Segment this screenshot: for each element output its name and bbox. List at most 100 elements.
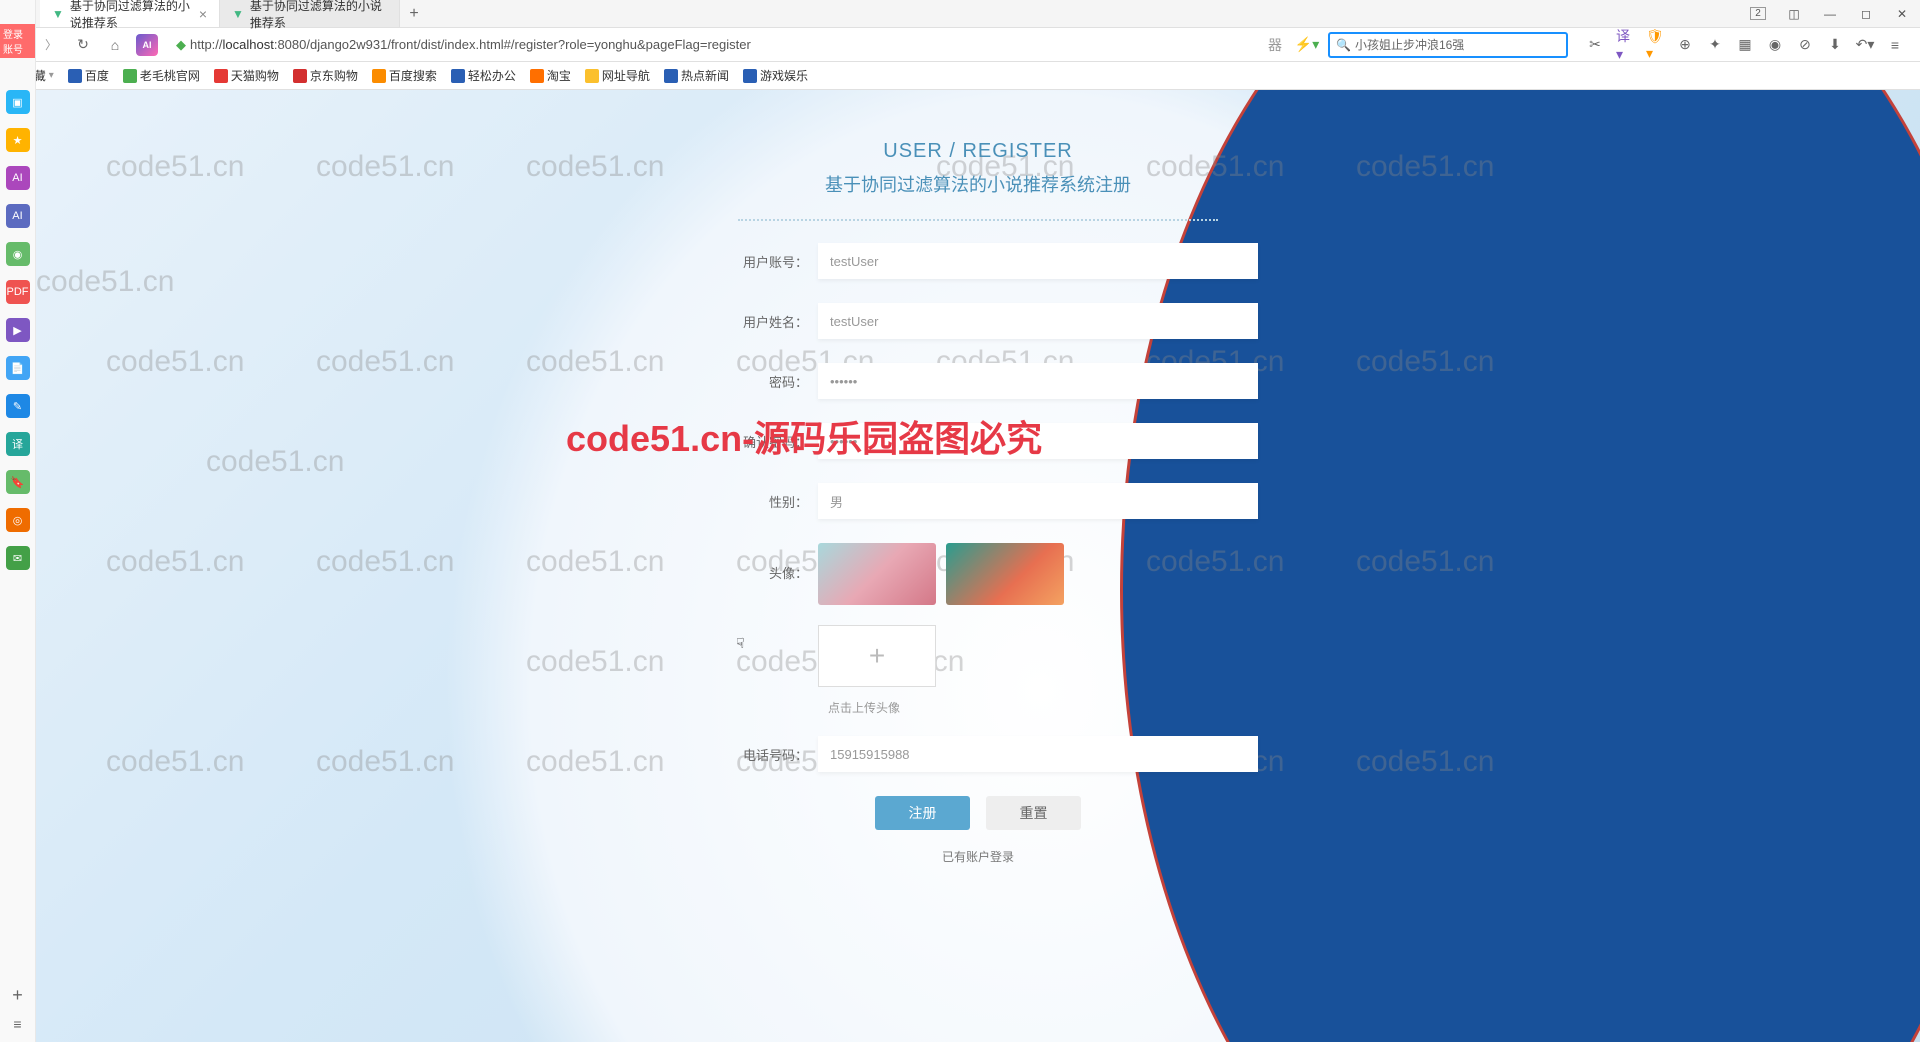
avatar-upload-button[interactable]: + (818, 625, 936, 687)
shield-icon: ◆ (176, 37, 186, 53)
side-icon[interactable]: ◉ (6, 242, 30, 266)
login-tag[interactable]: 登录账号 (0, 24, 35, 58)
watermark: code51.cn (526, 345, 664, 379)
tab-count[interactable]: 2 (1740, 0, 1776, 28)
watermark: code51.cn (316, 150, 454, 184)
bookmark-item[interactable]: 游戏娱乐 (743, 67, 808, 84)
watermark: code51.cn (316, 545, 454, 579)
close-button[interactable]: ✕ (1884, 0, 1920, 28)
sidebar-add[interactable]: + (12, 985, 23, 1006)
bookmark-item[interactable]: 京东购物 (293, 67, 358, 84)
window-controls: 2 ◫ — ◻ ✕ (1740, 0, 1920, 28)
translate-ext-icon[interactable]: 译▾ (1616, 36, 1634, 54)
side-icon[interactable]: 🔖 (6, 470, 30, 494)
watermark: code51.cn (106, 745, 244, 779)
bookmark-icon (214, 69, 228, 83)
translate-icon[interactable]: 器 (1264, 34, 1286, 56)
bookmark-icon (123, 69, 137, 83)
divider (738, 219, 1218, 221)
bookmark-item[interactable]: 轻松办公 (451, 67, 516, 84)
bookmark-item[interactable]: 百度 (68, 67, 109, 84)
username-input[interactable] (818, 243, 1258, 279)
maximize-button[interactable]: ◻ (1848, 0, 1884, 28)
watermark: code51.cn (526, 745, 664, 779)
security-icon[interactable]: 🛡▾ (1646, 36, 1664, 54)
download-icon[interactable]: ⬇ (1826, 36, 1844, 54)
side-icon[interactable]: ▣ (6, 90, 30, 114)
reset-button[interactable]: 重置 (986, 796, 1081, 830)
bookmarks-bar: ★收藏▾ 百度 老毛桃官网 天猫购物 京东购物 百度搜索 轻松办公 淘宝 网址导… (0, 62, 1920, 90)
password-label: 密码： (698, 372, 818, 391)
side-icon[interactable]: ✉ (6, 546, 30, 570)
side-icon[interactable]: AI (6, 166, 30, 190)
address-bar: 〈 〉 ↻ ⌂ AI ◆ http://localhost:8080/djang… (0, 28, 1920, 62)
gender-select[interactable]: 男 (818, 483, 1258, 519)
extension-icon[interactable]: ◫ (1776, 0, 1812, 28)
bookmark-icon (664, 69, 678, 83)
side-icon[interactable]: ▶ (6, 318, 30, 342)
bookmark-icon (743, 69, 757, 83)
sync-icon[interactable]: ⊘ (1796, 36, 1814, 54)
minimize-button[interactable]: — (1812, 0, 1848, 28)
url-path: :8080/django2w931/front/dist/index.html#… (274, 37, 751, 52)
bookmark-icon (293, 69, 307, 83)
bookmark-item[interactable]: 百度搜索 (372, 67, 437, 84)
bookmark-icon (372, 69, 386, 83)
tab-active[interactable]: ▼ 基于协同过滤算法的小说推荐系 × (40, 0, 220, 27)
bookmark-item[interactable]: 老毛桃官网 (123, 67, 200, 84)
avatar-thumb[interactable] (946, 543, 1064, 605)
forward-button[interactable]: 〉 (40, 34, 62, 56)
bookmark-item[interactable]: 淘宝 (530, 67, 571, 84)
watermark: code51.cn (526, 545, 664, 579)
tab-title: 基于协同过滤算法的小说推荐系 (70, 0, 193, 31)
realname-label: 用户姓名： (698, 312, 818, 331)
ai-icon[interactable]: AI (136, 34, 158, 56)
menu-icon[interactable]: ≡ (1886, 36, 1904, 54)
bookmark-item[interactable]: 天猫购物 (214, 67, 279, 84)
upload-hint: 点击上传头像 (828, 699, 1258, 716)
side-icon[interactable]: ★ (6, 128, 30, 152)
side-icon[interactable]: ✎ (6, 394, 30, 418)
watermark: code51.cn (1356, 345, 1494, 379)
search-icon: 🔍 (1336, 38, 1351, 52)
watermark: code51.cn (1356, 545, 1494, 579)
history-icon[interactable]: ↶▾ (1856, 36, 1874, 54)
password-input[interactable] (818, 363, 1258, 399)
side-icon[interactable]: ◎ (6, 508, 30, 532)
watermark: code51.cn (526, 150, 664, 184)
page-content: code51.cn code51.cn code51.cn code51.cn … (36, 90, 1920, 1042)
bookmark-item[interactable]: 网址导航 (585, 67, 650, 84)
apps-icon[interactable]: ▦ (1736, 36, 1754, 54)
scissors-icon[interactable]: ✂ (1586, 36, 1604, 54)
sidebar-menu[interactable]: ≡ (13, 1016, 21, 1032)
url-input[interactable]: ◆ http://localhost:8080/django2w931/fron… (168, 32, 1254, 58)
puzzle-icon[interactable]: ✦ (1706, 36, 1724, 54)
search-placeholder: 小孩姐止步冲浪16强 (1355, 36, 1464, 53)
new-tab-button[interactable]: + (400, 5, 428, 23)
home-button[interactable]: ⌂ (104, 34, 126, 56)
register-title: USER / REGISTER (698, 140, 1258, 163)
rainbow-icon[interactable]: ◉ (1766, 36, 1784, 54)
tab-close-icon[interactable]: × (199, 6, 207, 22)
plus-icon: + (869, 640, 885, 672)
watermark: code51.cn (36, 265, 174, 299)
compass-icon[interactable]: ⊕ (1676, 36, 1694, 54)
cursor-icon: ☟ (736, 635, 745, 652)
side-icon[interactable]: AI (6, 204, 30, 228)
realname-input[interactable] (818, 303, 1258, 339)
register-form: USER / REGISTER 基于协同过滤算法的小说推荐系统注册 用户账号： … (698, 140, 1258, 865)
register-button[interactable]: 注册 (875, 796, 970, 830)
phone-input[interactable] (818, 736, 1258, 772)
bookmark-item[interactable]: 热点新闻 (664, 67, 729, 84)
url-host: localhost (223, 37, 274, 52)
reload-button[interactable]: ↻ (72, 34, 94, 56)
search-input[interactable]: 🔍 小孩姐止步冲浪16强 (1328, 32, 1568, 58)
tab-inactive[interactable]: ▼ 基于协同过滤算法的小说推荐系 (220, 0, 400, 27)
flash-icon[interactable]: ⚡▾ (1296, 34, 1318, 56)
avatar-thumb[interactable] (818, 543, 936, 605)
login-link[interactable]: 已有账户登录 (698, 848, 1258, 865)
side-icon[interactable]: PDF (6, 280, 30, 304)
side-icon[interactable]: 📄 (6, 356, 30, 380)
side-icon[interactable]: 译 (6, 432, 30, 456)
url-prefix: http:// (190, 37, 223, 52)
